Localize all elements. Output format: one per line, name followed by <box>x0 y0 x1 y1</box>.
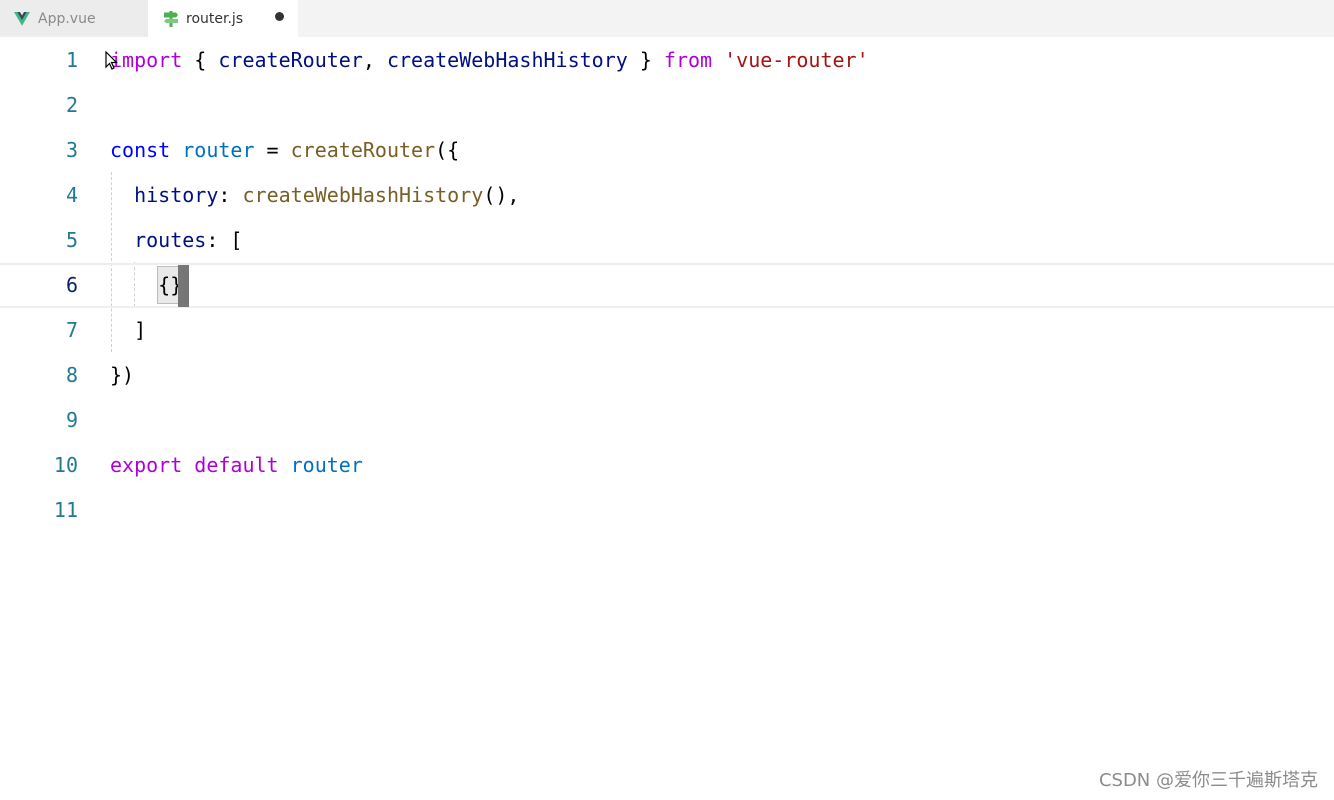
code-text[interactable]: const router = createRouter({ <box>110 128 459 173</box>
code-token: default <box>194 453 279 477</box>
code-line[interactable]: 11 <box>0 488 1334 533</box>
code-text[interactable]: export default router <box>110 443 363 488</box>
code-text[interactable]: history: createWebHashHistory(), <box>110 173 519 218</box>
tab-bar: App.vue router.js <box>0 0 1334 37</box>
router-icon <box>164 10 178 27</box>
line-number: 6 <box>65 273 78 297</box>
code-token: router <box>290 453 363 477</box>
code-text[interactable]: routes: [ <box>110 218 242 263</box>
text-cursor <box>178 265 189 307</box>
code-token: ] <box>110 318 147 342</box>
code-text[interactable]: }) <box>110 353 134 398</box>
code-token: = <box>254 138 291 162</box>
code-token: createRouter <box>218 48 363 72</box>
code-token: } <box>627 48 664 72</box>
code-token: { <box>182 48 219 72</box>
code-text[interactable]: ] <box>110 308 146 353</box>
line-number: 2 <box>65 93 78 117</box>
code-line[interactable]: 2 <box>0 83 1334 128</box>
tab-label: router.js <box>186 10 244 27</box>
watermark: CSDN @爱你三千遍斯塔克 <box>1098 770 1318 791</box>
line-number: 10 <box>53 453 78 477</box>
code-token: , <box>362 48 387 72</box>
tab-router-js[interactable]: router.js <box>148 0 298 37</box>
code-token: export <box>110 453 183 477</box>
code-line[interactable]: 5 routes: [ <box>0 218 1334 263</box>
line-number: 3 <box>65 138 78 162</box>
line-number: 9 <box>65 408 78 432</box>
code-token: createRouter <box>290 138 436 162</box>
code-token: }) <box>110 363 135 387</box>
line-number: 7 <box>65 318 78 342</box>
code-token: ({ <box>435 138 460 162</box>
code-token: const <box>110 138 171 162</box>
code-text[interactable]: {} <box>110 265 184 310</box>
mouse-pointer-icon <box>105 51 118 70</box>
code-token: routes <box>134 228 207 252</box>
code-token: import <box>110 48 183 72</box>
vue-icon <box>14 11 30 26</box>
unsaved-dot-icon[interactable] <box>275 12 284 21</box>
code-token: createWebHashHistory <box>242 183 484 207</box>
line-number: 5 <box>65 228 78 252</box>
code-token: history <box>134 183 219 207</box>
code-token: from <box>663 48 713 72</box>
code-editor[interactable]: 1 import { createRouter, createWebHashHis… <box>0 37 1334 800</box>
code-line[interactable]: 1 import { createRouter, createWebHashHis… <box>0 38 1334 83</box>
code-line[interactable]: 7 ] <box>0 308 1334 353</box>
code-token: createWebHashHistory <box>386 48 628 72</box>
code-line[interactable]: 4 history: createWebHashHistory(), <box>0 173 1334 218</box>
code-token: (), <box>483 183 520 207</box>
code-line[interactable]: 8}) <box>0 353 1334 398</box>
code-token: : [ <box>206 228 243 252</box>
code-token: : <box>218 183 243 207</box>
tab-app-vue[interactable]: App.vue <box>0 0 148 37</box>
code-text[interactable]: import { createRouter, createWebHashHist… <box>110 38 869 83</box>
line-number: 8 <box>65 363 78 387</box>
code-line[interactable]: 3 const router = createRouter({ <box>0 128 1334 173</box>
tab-label: App.vue <box>38 10 96 27</box>
code-line[interactable]: 10 export default router <box>0 443 1334 488</box>
code-line[interactable]: 9 <box>0 398 1334 443</box>
line-number: 4 <box>65 183 78 207</box>
line-number: 1 <box>65 48 78 72</box>
line-number: 11 <box>53 498 78 522</box>
code-token: 'vue-router' <box>724 48 869 72</box>
code-line[interactable]: 6 {} <box>0 263 1334 308</box>
code-token: router <box>182 138 255 162</box>
